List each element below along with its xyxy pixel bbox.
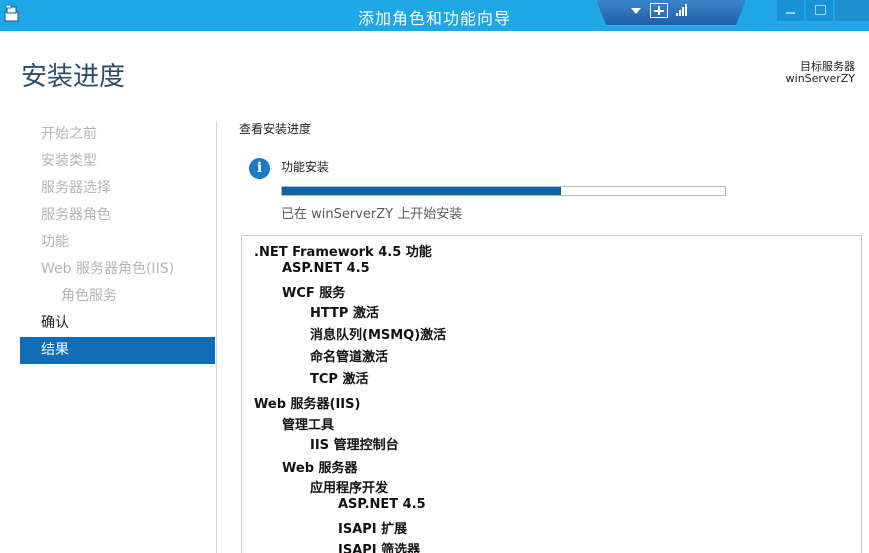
page-title: 安装进度 <box>21 62 126 92</box>
result-item: HTTP 激活 <box>310 306 379 321</box>
signal-strength-icon[interactable] <box>676 4 690 16</box>
nav-item-role-services: 角色服务 <box>61 288 117 304</box>
result-item: TCP 激活 <box>310 372 369 387</box>
pin-icon[interactable] <box>650 3 668 18</box>
result-item: Web 服务器 <box>282 461 358 476</box>
nav-item-server-selection: 服务器选择 <box>41 180 111 196</box>
nav-item-confirmation[interactable]: 确认 <box>20 310 215 337</box>
wizard-steps-nav: 开始之前 安装类型 服务器选择 服务器角色 功能 Web 服务器角色(IIS) … <box>20 121 215 364</box>
nav-item-before-you-begin: 开始之前 <box>41 126 97 142</box>
result-item: WCF 服务 <box>282 286 346 301</box>
result-item: ASP.NET 4.5 <box>338 497 426 512</box>
result-item: Web 服务器(IIS) <box>254 397 361 412</box>
status-title: 功能安装 <box>281 160 330 174</box>
maximize-button[interactable] <box>806 0 833 21</box>
progress-fill <box>282 187 562 195</box>
result-item: ISAPI 筛选器 <box>338 543 421 553</box>
nav-divider <box>216 121 217 553</box>
results-list[interactable]: .NET Framework 4.5 功能 ASP.NET 4.5 WCF 服务 HT… <box>241 235 862 553</box>
target-server-name: winServerZY <box>785 72 855 85</box>
nav-item-installation-type: 安装类型 <box>41 153 97 169</box>
nav-item-server-roles: 服务器角色 <box>41 207 111 223</box>
close-button[interactable] <box>835 0 869 21</box>
result-item: ISAPI 扩展 <box>338 522 408 537</box>
nav-item-results[interactable]: 结果 <box>20 337 215 364</box>
status-text: 已在 winServerZY 上开始安装 <box>281 207 463 222</box>
result-item: 管理工具 <box>282 418 335 433</box>
title-bar: 添加角色和功能向导 <box>0 0 869 31</box>
minimize-button[interactable] <box>777 0 804 21</box>
result-item: IIS 管理控制台 <box>310 438 399 453</box>
installation-progress-bar <box>281 186 726 196</box>
result-item: .NET Framework 4.5 功能 <box>254 245 432 260</box>
nav-item-web-server-role: Web 服务器角色(IIS) <box>41 261 175 277</box>
remote-connection-bar[interactable] <box>596 0 746 26</box>
result-item: 应用程序开发 <box>310 481 389 496</box>
result-item: 消息队列(MSMQ)激活 <box>310 328 447 343</box>
info-icon: i <box>249 158 270 179</box>
result-item: ASP.NET 4.5 <box>282 261 370 276</box>
section-title: 查看安装进度 <box>239 122 312 136</box>
dropdown-arrow-icon[interactable] <box>631 8 641 14</box>
nav-item-features: 功能 <box>41 234 69 250</box>
result-item: 命名管道激活 <box>310 350 389 365</box>
